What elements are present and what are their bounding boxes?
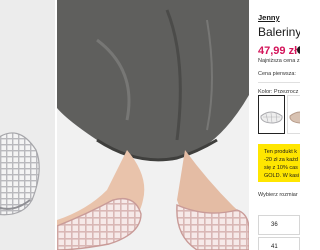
lowest-price-label: Najniższa cena z bbox=[258, 58, 300, 64]
color-swatch-beige[interactable] bbox=[287, 95, 300, 134]
product-details-panel: Jenny Baleriny 47,99 zł Najniższa cena z… bbox=[253, 0, 300, 250]
color-swatch-transparent[interactable] bbox=[258, 95, 285, 134]
product-title: Baleriny bbox=[258, 25, 300, 39]
swatch-shoe-image bbox=[260, 111, 283, 124]
swatch-shoe-image bbox=[289, 111, 300, 124]
size-option-36[interactable]: 36 bbox=[258, 215, 300, 235]
product-page: Jenny Baleriny 47,99 zł Najniższa cena z… bbox=[0, 0, 300, 250]
promo-line: Ten produkt k bbox=[264, 149, 298, 155]
product-price: 47,99 zł bbox=[258, 45, 298, 57]
promo-line: się z 10% cas bbox=[264, 165, 298, 171]
product-photo-main[interactable] bbox=[57, 0, 249, 250]
promo-banner: Ten produkt k -20 zł za każd się z 10% c… bbox=[258, 144, 300, 182]
info-icon[interactable] bbox=[297, 46, 300, 54]
product-photo-side[interactable] bbox=[0, 0, 55, 250]
promo-line: -20 zł za każd bbox=[264, 157, 298, 163]
brand-link[interactable]: Jenny bbox=[258, 13, 280, 22]
section-divider bbox=[258, 82, 300, 83]
size-option-41[interactable]: 41 bbox=[258, 237, 300, 250]
promo-line: GOLD. W kasi bbox=[264, 173, 300, 179]
size-select-label: Wybierz rozmiar bbox=[258, 192, 298, 198]
jelly-shoe-image bbox=[0, 132, 40, 216]
model-wearing-shoes-image bbox=[57, 0, 249, 250]
first-price-label: Cena pierwsza: bbox=[258, 71, 296, 77]
